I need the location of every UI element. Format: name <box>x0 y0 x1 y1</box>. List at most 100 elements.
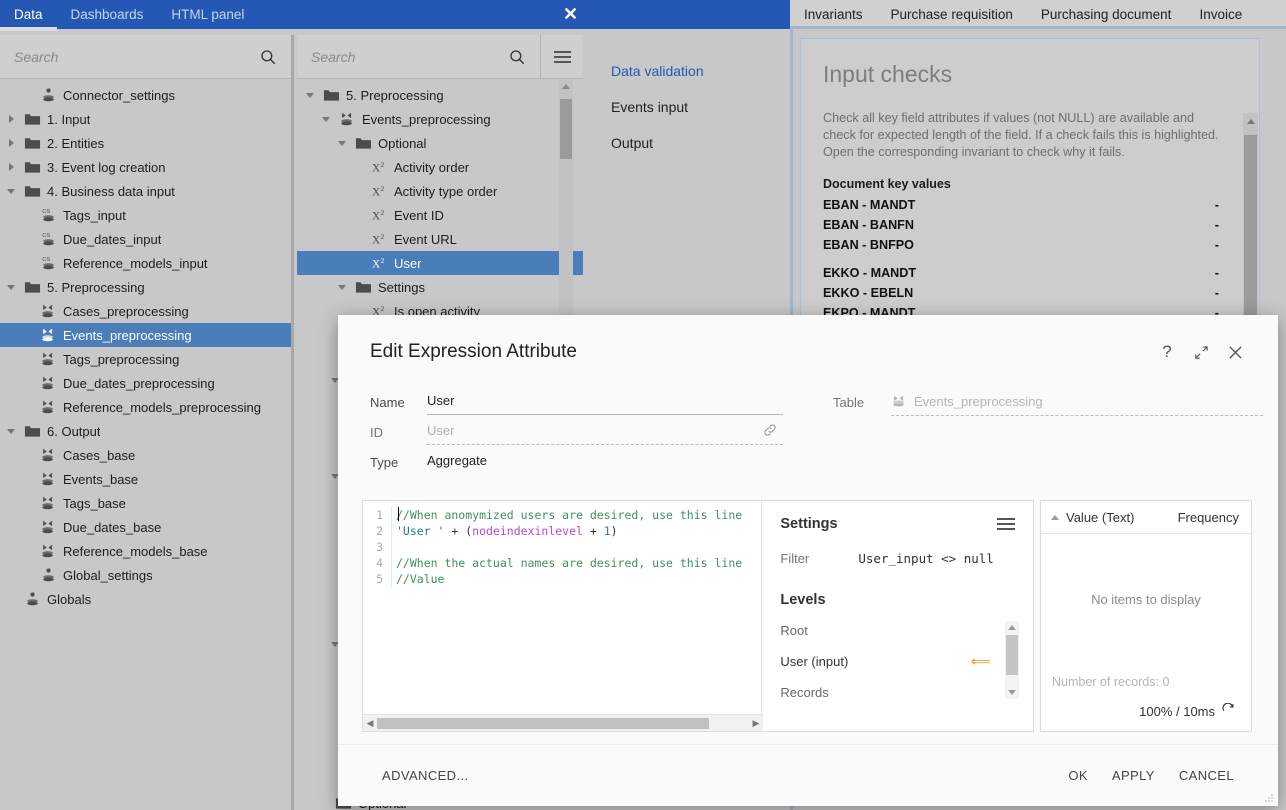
code-horizontal-scrollbar[interactable]: ◀ ▶ <box>363 714 763 731</box>
tree-expander-icon[interactable] <box>337 137 349 149</box>
cancel-button[interactable]: CANCEL <box>1167 760 1246 791</box>
scrollbar-thumb[interactable] <box>560 99 572 159</box>
tab-purchase-requisition[interactable]: Purchase requisition <box>877 0 1027 29</box>
scroll-up-icon[interactable] <box>562 84 570 89</box>
question-mark-icon[interactable]: ? <box>1150 335 1184 369</box>
tree-row[interactable]: 2. Entities <box>0 131 291 155</box>
level-item-user-input[interactable]: User (input) ⟸ <box>780 653 1015 670</box>
tree-expander-icon[interactable] <box>321 113 333 125</box>
refresh-icon[interactable] <box>1222 703 1235 719</box>
tree-expander-icon[interactable] <box>6 425 18 437</box>
scroll-right-icon[interactable]: ▶ <box>749 718 763 729</box>
level-item-root[interactable]: Root <box>780 623 1015 638</box>
search-icon[interactable] <box>259 48 277 66</box>
level-item-records[interactable]: Records <box>780 685 1015 700</box>
tree-expander-icon[interactable] <box>6 281 18 293</box>
tree-row[interactable]: CSReference_models_input <box>0 251 291 275</box>
tree-row[interactable]: Events_preprocessing <box>0 323 291 347</box>
tree-row[interactable]: X2Event ID <box>297 203 583 227</box>
tree-row[interactable]: Global_settings <box>0 563 291 587</box>
scrollbar-track[interactable] <box>377 718 749 729</box>
tree-expander-icon[interactable] <box>305 89 317 101</box>
tree-row[interactable]: X2Activity type order <box>297 179 583 203</box>
tree-row[interactable]: 1. Input <box>0 107 291 131</box>
sort-ascending-icon[interactable] <box>1051 515 1059 520</box>
tree-row[interactable]: X2Activity order <box>297 155 583 179</box>
ok-button[interactable]: OK <box>1056 760 1100 791</box>
mid-tree-scrollbar[interactable] <box>559 80 573 345</box>
scroll-left-icon[interactable]: ◀ <box>363 718 377 729</box>
link-data-validation[interactable]: Data validation <box>586 53 792 89</box>
tree-row[interactable]: 4. Business data input <box>0 179 291 203</box>
apply-button[interactable]: APPLY <box>1100 760 1167 791</box>
link-events-input[interactable]: Events input <box>586 89 792 125</box>
tab-invoice[interactable]: Invoice <box>1185 0 1256 29</box>
tree-row[interactable]: X2Event URL <box>297 227 583 251</box>
tree-expander-icon[interactable] <box>6 185 18 197</box>
tree-row[interactable]: 5. Preprocessing <box>297 83 583 107</box>
tree-row[interactable]: Events_preprocessing <box>297 107 583 131</box>
scrollbar-thumb[interactable] <box>1006 635 1018 675</box>
tree-row[interactable]: Tags_base <box>0 491 291 515</box>
tree-row[interactable]: Cases_preprocessing <box>0 299 291 323</box>
link-output[interactable]: Output <box>586 125 792 161</box>
table-value[interactable]: Events_preprocessing <box>891 389 1263 416</box>
close-icon[interactable]: ✕ <box>563 0 578 29</box>
input-checks-scrollbar[interactable] <box>1243 113 1258 327</box>
hamburger-icon[interactable] <box>997 515 1015 533</box>
left-search-row[interactable]: Search <box>0 35 291 79</box>
expand-diagonal-icon[interactable] <box>1184 335 1218 369</box>
scroll-down-icon[interactable] <box>1008 690 1016 695</box>
name-input[interactable]: User <box>427 389 783 415</box>
tree-row[interactable]: Connector_settings <box>0 83 291 107</box>
scroll-up-icon[interactable] <box>1008 625 1016 630</box>
search-icon[interactable] <box>508 48 526 66</box>
resize-grip-icon[interactable] <box>1264 793 1274 803</box>
tree-row[interactable]: 6. Output <box>0 419 291 443</box>
tab-invariants[interactable]: Invariants <box>790 0 877 29</box>
top-tab-dashboards[interactable]: Dashboards <box>57 0 158 29</box>
tree-row[interactable]: 5. Preprocessing <box>0 275 291 299</box>
tab-purchasing-document[interactable]: Purchasing document <box>1027 0 1186 29</box>
tree-row[interactable]: Events_base <box>0 467 291 491</box>
tree-row[interactable]: 3. Event log creation <box>0 155 291 179</box>
advanced-button[interactable]: ADVANCED... <box>370 760 481 791</box>
scrollbar-thumb[interactable] <box>377 718 709 729</box>
tree-row[interactable]: Cases_base <box>0 443 291 467</box>
tree-expander-icon[interactable] <box>6 113 18 125</box>
link-icon[interactable] <box>763 423 777 440</box>
hamburger-icon[interactable] <box>541 35 583 78</box>
code-editor[interactable]: 12345 //When anomymized users are desire… <box>363 501 762 731</box>
top-tab-html-panel[interactable]: HTML panel <box>157 0 258 29</box>
type-value[interactable]: Aggregate <box>427 449 783 474</box>
scroll-up-icon[interactable] <box>1247 119 1255 124</box>
tree-expander-icon[interactable] <box>6 137 18 149</box>
tree-expander-icon[interactable] <box>337 281 349 293</box>
tree-row[interactable]: Settings <box>297 275 583 299</box>
tree-row[interactable]: Due_dates_base <box>0 515 291 539</box>
code-text[interactable]: //When anomymized users are desired, use… <box>391 507 761 587</box>
column-header-value[interactable]: Value (Text) <box>1066 510 1178 525</box>
column-header-frequency[interactable]: Frequency <box>1178 510 1239 525</box>
tree-expander-icon[interactable] <box>6 161 18 173</box>
search-input[interactable]: Search <box>14 49 259 65</box>
tree-row[interactable]: Reference_models_base <box>0 539 291 563</box>
top-tab-data[interactable]: Data <box>0 0 57 29</box>
tree-row[interactable]: CSDue_dates_input <box>0 227 291 251</box>
tree-row[interactable]: Reference_models_preprocessing <box>0 395 291 419</box>
close-icon[interactable] <box>1218 335 1252 369</box>
id-input[interactable]: User <box>427 419 783 445</box>
filter-value[interactable]: User_input <> null <box>858 551 993 566</box>
tree-row[interactable]: Due_dates_preprocessing <box>0 371 291 395</box>
levels-scrollbar[interactable] <box>1005 621 1019 699</box>
tree-row-label: Reference_models_input <box>63 256 208 271</box>
mid-search-box[interactable]: Search <box>297 35 541 78</box>
tree-row[interactable]: X2User <box>297 251 583 275</box>
tree-row[interactable]: Globals <box>0 587 291 611</box>
tree-row[interactable]: Tags_preprocessing <box>0 347 291 371</box>
tree-row[interactable]: Optional <box>297 131 583 155</box>
tree-row[interactable]: CSTags_input <box>0 203 291 227</box>
search-input[interactable]: Search <box>311 49 508 65</box>
scrollbar-thumb[interactable] <box>1244 135 1257 325</box>
input-check-row: EBAN - BANFN- <box>801 215 1259 235</box>
